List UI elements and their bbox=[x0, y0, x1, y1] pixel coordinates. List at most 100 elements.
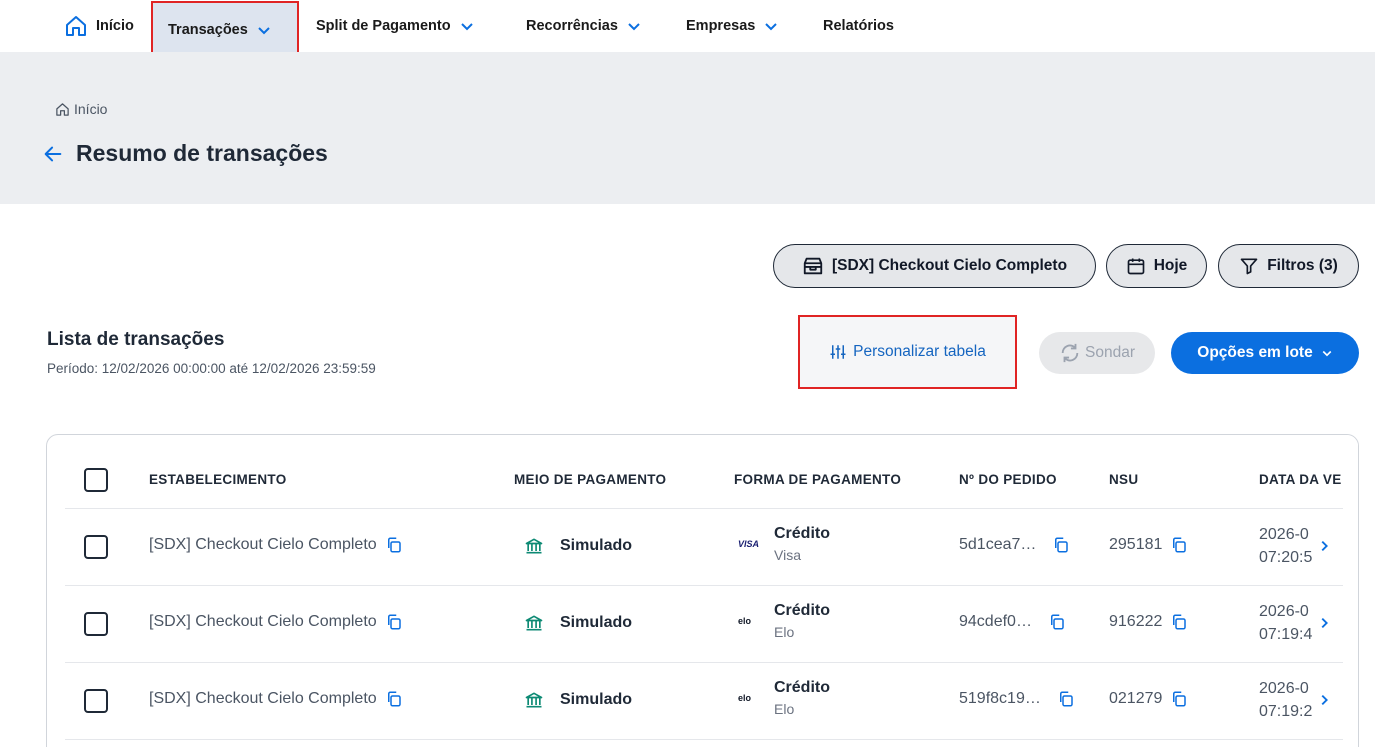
payment-method-text: Simulado bbox=[560, 537, 633, 554]
store-selector-label: [SDX] Checkout Cielo Completo bbox=[831, 257, 1068, 274]
nav-companies[interactable]: Empresas bbox=[686, 0, 779, 52]
payment-method-cell: Simulado bbox=[524, 690, 632, 710]
elo-logo: elo bbox=[738, 693, 752, 703]
customize-table-button[interactable]: Personalizar tabela bbox=[798, 315, 1017, 389]
transactions-table: ESTABELECIMENTO MEIO DE PAGAMENTO FORMA … bbox=[46, 434, 1359, 747]
copy-icon[interactable] bbox=[1057, 690, 1075, 708]
back-arrow-icon[interactable] bbox=[42, 143, 64, 165]
header-nsu[interactable]: NSU bbox=[1109, 472, 1138, 487]
nav-split[interactable]: Split de Pagamento bbox=[316, 0, 475, 52]
sondar-button[interactable]: Sondar bbox=[1039, 332, 1155, 374]
row-divider bbox=[65, 508, 1343, 509]
nsu-cell: 021279 bbox=[1109, 690, 1188, 708]
customize-table-label: Personalizar tabela bbox=[853, 343, 986, 360]
copy-icon[interactable] bbox=[1170, 536, 1188, 554]
nav-reports-label: Relatórios bbox=[823, 18, 894, 34]
card-brand-text: Elo bbox=[774, 624, 795, 640]
payment-method-text: Simulado bbox=[560, 691, 633, 708]
calendar-icon bbox=[1127, 258, 1145, 275]
breadcrumb[interactable]: Início bbox=[55, 101, 107, 117]
elo-logo: elo bbox=[738, 616, 752, 626]
payment-form-text: Crédito bbox=[774, 525, 830, 542]
copy-icon[interactable] bbox=[1052, 536, 1070, 554]
home-icon bbox=[66, 16, 86, 36]
order-number: 5d1cea7… bbox=[959, 536, 1037, 553]
establishment-name: [SDX] Checkout Cielo Completo bbox=[149, 690, 377, 707]
header-payment-form[interactable]: FORMA DE PAGAMENTO bbox=[734, 472, 901, 487]
row-checkbox[interactable] bbox=[84, 612, 108, 636]
payment-form-cell: elo Crédito Elo bbox=[738, 602, 830, 640]
select-all-checkbox[interactable] bbox=[84, 468, 108, 492]
store-icon bbox=[803, 257, 823, 275]
copy-icon[interactable] bbox=[385, 536, 403, 554]
top-navigation: Início Transações Split de Pagamento Rec… bbox=[0, 0, 1375, 59]
order-cell: 94cdef0… bbox=[959, 613, 1066, 631]
order-cell: 5d1cea7… bbox=[959, 536, 1070, 554]
chevron-right-icon[interactable] bbox=[1317, 539, 1331, 553]
nav-transactions-label: Transações bbox=[168, 22, 248, 38]
nsu-cell: 295181 bbox=[1109, 536, 1188, 554]
nav-split-label: Split de Pagamento bbox=[316, 18, 451, 34]
period-text: Período: 12/02/2026 00:00:00 até 12/02/2… bbox=[47, 361, 376, 376]
nav-reports[interactable]: Relatórios bbox=[823, 0, 894, 52]
copy-icon[interactable] bbox=[385, 613, 403, 631]
filters-label: Filtros (3) bbox=[1267, 257, 1338, 274]
payment-form-cell: VISA Crédito Visa bbox=[738, 525, 830, 563]
sondar-label: Sondar bbox=[1085, 344, 1135, 361]
page-title-row: Resumo de transações bbox=[42, 140, 328, 167]
chevron-down-icon bbox=[765, 23, 778, 31]
payment-form-cell: elo Crédito Elo bbox=[738, 679, 830, 717]
refresh-icon bbox=[1061, 343, 1079, 363]
filters-button[interactable]: Filtros (3) bbox=[1218, 244, 1359, 288]
row-divider bbox=[65, 662, 1343, 663]
order-cell: 519f8c19… bbox=[959, 690, 1075, 708]
order-number: 94cdef0… bbox=[959, 613, 1032, 630]
home-icon bbox=[56, 102, 69, 116]
payment-form-text: Crédito bbox=[774, 679, 830, 696]
nav-recurrences[interactable]: Recorrências bbox=[526, 0, 642, 52]
card-brand-text: Elo bbox=[774, 701, 795, 717]
date-range-button[interactable]: Hoje bbox=[1106, 244, 1207, 288]
nav-companies-label: Empresas bbox=[686, 18, 756, 34]
nav-home[interactable]: Início bbox=[64, 0, 134, 52]
payment-method-cell: Simulado bbox=[524, 613, 632, 633]
payment-method-cell: Simulado bbox=[524, 536, 632, 556]
copy-icon[interactable] bbox=[385, 690, 403, 708]
page-header bbox=[0, 52, 1375, 204]
nsu-cell: 916222 bbox=[1109, 613, 1188, 631]
nav-transactions[interactable]: Transações bbox=[151, 1, 299, 59]
establishment-cell: [SDX] Checkout Cielo Completo bbox=[149, 536, 403, 554]
establishment-name: [SDX] Checkout Cielo Completo bbox=[149, 536, 377, 553]
order-number: 519f8c19… bbox=[959, 690, 1041, 707]
bank-icon bbox=[525, 538, 543, 554]
row-divider bbox=[65, 739, 1343, 740]
copy-icon[interactable] bbox=[1170, 613, 1188, 631]
payment-form-text: Crédito bbox=[774, 602, 830, 619]
store-selector-button[interactable]: [SDX] Checkout Cielo Completo bbox=[773, 244, 1096, 288]
header-establishment[interactable]: ESTABELECIMENTO bbox=[149, 472, 287, 487]
copy-icon[interactable] bbox=[1170, 690, 1188, 708]
date-range-label: Hoje bbox=[1153, 257, 1188, 274]
batch-options-label: Opções em lote bbox=[1197, 344, 1313, 361]
row-checkbox[interactable] bbox=[84, 535, 108, 559]
breadcrumb-home: Início bbox=[74, 101, 108, 117]
chevron-down-icon bbox=[1322, 350, 1332, 357]
chevron-down-icon bbox=[628, 23, 640, 31]
page-title: Resumo de transações bbox=[76, 140, 328, 166]
nav-home-label: Início bbox=[96, 18, 134, 34]
copy-icon[interactable] bbox=[1048, 613, 1066, 631]
establishment-cell: [SDX] Checkout Cielo Completo bbox=[149, 690, 403, 708]
chevron-down-icon bbox=[460, 23, 473, 31]
header-date[interactable]: DATA DA VE bbox=[1259, 472, 1343, 487]
payment-method-text: Simulado bbox=[560, 614, 633, 631]
batch-options-button[interactable]: Opções em lote bbox=[1171, 332, 1359, 374]
header-payment-method[interactable]: MEIO DE PAGAMENTO bbox=[514, 472, 666, 487]
table-right-edge bbox=[1343, 435, 1358, 747]
chevron-right-icon[interactable] bbox=[1317, 693, 1331, 707]
header-order-number[interactable]: Nº DO PEDIDO bbox=[959, 472, 1057, 487]
card-brand-text: Visa bbox=[774, 547, 801, 563]
establishment-name: [SDX] Checkout Cielo Completo bbox=[149, 613, 377, 630]
row-checkbox[interactable] bbox=[84, 689, 108, 713]
nsu-number: 916222 bbox=[1109, 613, 1163, 630]
chevron-right-icon[interactable] bbox=[1317, 616, 1331, 630]
